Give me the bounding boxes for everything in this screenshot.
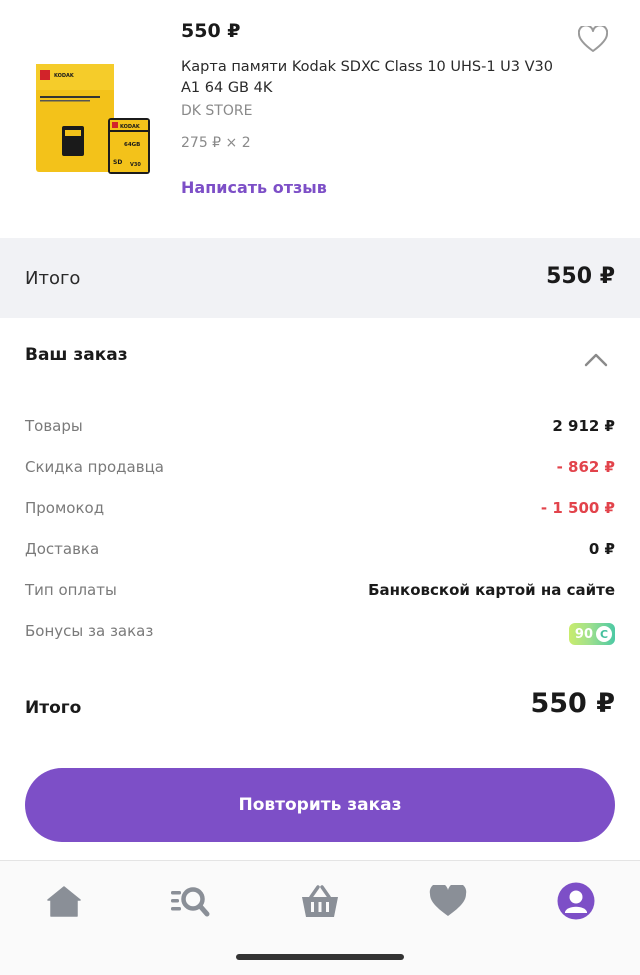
order-row-delivery: Доставка 0 ₽ [25,537,615,578]
order-row-label: Скидка продавца [25,458,164,476]
order-row-label: Тип оплаты [25,581,117,599]
total-value: 550 ₽ [546,264,615,289]
nav-catalog[interactable] [170,881,210,921]
order-row-value: - 1 500 ₽ [540,499,615,517]
nav-home[interactable] [44,881,84,921]
heart-icon [429,885,467,916]
home-indicator [236,954,404,960]
nav-profile[interactable] [556,881,596,921]
order-details: Товары 2 912 ₽ Скидка продавца - 862 ₽ П… [25,414,615,660]
unit-price-quantity: 275 ₽ × 2 [181,135,251,151]
svg-text:V30: V30 [130,162,141,168]
catalog-search-icon [171,887,210,917]
order-row-goods: Товары 2 912 ₽ [25,414,615,455]
basket-icon [302,885,338,917]
product-title[interactable]: Карта памяти Kodak SDXC Class 10 UHS-1 U… [181,57,561,99]
total-summary: Итого 550 ₽ [0,238,640,318]
bottom-navigation [0,860,640,975]
order-row-label: Бонусы за заказ [25,622,154,640]
profile-icon [557,882,595,920]
nav-favorites[interactable] [428,881,468,921]
order-row-value: Банковской картой на сайте [368,581,615,599]
final-total-value: 550 ₽ [530,688,615,719]
product-image[interactable]: KODAK KODAK 64GB SD V30 [34,60,152,176]
product-card: KODAK KODAK 64GB SD V30 550 ₽ Карта памя… [0,0,640,238]
bonus-coin-icon: C [596,626,612,642]
nav-basket[interactable] [300,881,340,921]
svg-text:SD: SD [113,159,122,166]
svg-text:KODAK: KODAK [120,124,141,130]
bonus-badge[interactable]: 90 C [568,623,615,645]
order-row-label: Доставка [25,540,100,558]
order-row-value: - 862 ₽ [556,458,615,476]
order-row-payment-type: Тип оплаты Банковской картой на сайте [25,578,615,619]
home-icon [47,886,81,917]
image-brand-text: KODAK [54,73,75,79]
image-capacity-text: 64GB [124,142,140,148]
total-label: Итого [25,268,81,289]
order-row-label: Товары [25,417,83,435]
order-row-value: 0 ₽ [588,540,615,558]
favorite-heart-icon[interactable] [577,24,609,54]
store-name[interactable]: DK STORE [181,103,252,119]
order-row-value: 2 912 ₽ [552,417,615,435]
order-row-seller-discount: Скидка продавца - 862 ₽ [25,455,615,496]
repeat-order-button[interactable]: Повторить заказ [25,768,615,842]
write-review-link[interactable]: Написать отзыв [181,178,327,197]
order-heading: Ваш заказ [25,345,128,365]
order-row-label: Промокод [25,499,105,517]
product-price: 550 ₽ [181,20,241,42]
bonus-amount: 90 [574,626,593,642]
chevron-up-icon[interactable] [584,352,608,368]
order-row-promocode: Промокод - 1 500 ₽ [25,496,615,537]
order-row-bonuses: Бонусы за заказ 90 C [25,619,615,660]
final-total-label: Итого [25,698,82,718]
